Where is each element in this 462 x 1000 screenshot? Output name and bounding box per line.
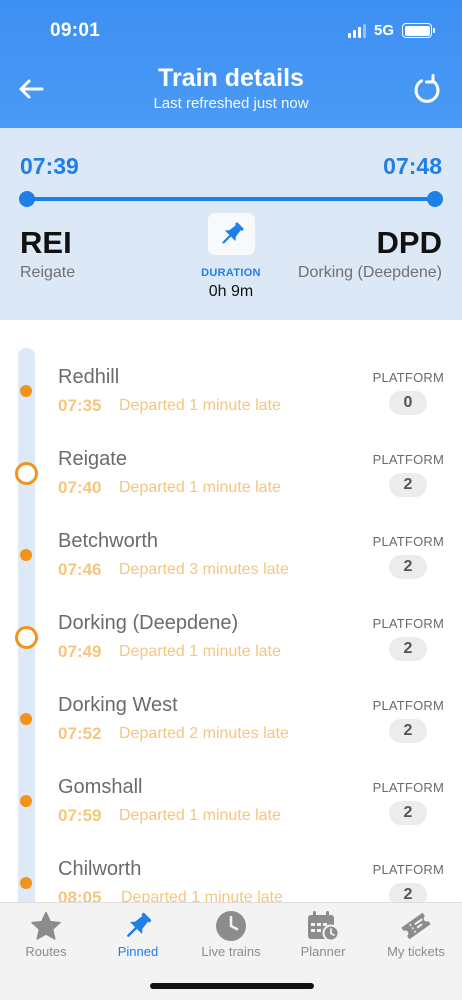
- departure-dot: [19, 191, 35, 207]
- journey-summary: 07:39 07:48 REI DPD Reigate Dorking (Dee…: [0, 128, 462, 320]
- list-item[interactable]: Dorking West 07:52 Departed 2 minutes la…: [0, 668, 462, 750]
- duration-value: 0h 9m: [208, 283, 254, 300]
- origin-code: REI: [20, 225, 72, 260]
- star-icon: [31, 911, 61, 940]
- platform-badge: 2: [389, 801, 427, 825]
- platform-label: PLATFORM: [372, 698, 444, 713]
- stop-status: Departed 1 minute late: [119, 807, 281, 824]
- stop-status: Departed 1 minute late: [119, 643, 281, 660]
- stop-node-highlight: [15, 462, 38, 485]
- stop-node: [20, 877, 32, 889]
- list-item[interactable]: Gomshall 07:59 Departed 1 minute late PL…: [0, 750, 462, 832]
- tab-label: My tickets: [387, 944, 445, 959]
- stop-status: Departed 3 minutes late: [119, 561, 289, 578]
- platform-badge: 2: [389, 637, 427, 661]
- stop-name: Gomshall: [58, 776, 143, 798]
- tab-pinned[interactable]: Pinned: [92, 903, 184, 973]
- pin-icon: [221, 222, 244, 244]
- arrival-time: 07:48: [383, 153, 442, 179]
- stop-time: 07:59: [58, 806, 102, 825]
- stop-time: 07:40: [58, 478, 102, 497]
- list-item[interactable]: Redhill 07:35 Departed 1 minute late PLA…: [0, 340, 462, 422]
- page-title: Train details: [158, 64, 304, 92]
- stop-status: Departed 2 minutes late: [119, 725, 289, 742]
- journey-track: [27, 197, 435, 201]
- stop-status: Departed 1 minute late: [121, 889, 283, 902]
- platform-badge: 2: [389, 719, 427, 743]
- ticket-icon: [401, 912, 431, 940]
- pin-icon: [127, 912, 152, 937]
- list-item[interactable]: Betchworth 07:46 Departed 3 minutes late…: [0, 504, 462, 586]
- calling-points-list[interactable]: Redhill 07:35 Departed 1 minute late PLA…: [0, 320, 462, 902]
- stop-name: Dorking West: [58, 694, 178, 716]
- tab-my-tickets[interactable]: My tickets: [370, 903, 462, 973]
- departure-time: 07:39: [20, 153, 79, 179]
- tab-live-trains[interactable]: Live trains: [185, 903, 277, 973]
- stop-time: 07:49: [58, 642, 102, 661]
- list-item[interactable]: Reigate 07:40 Departed 1 minute late PLA…: [0, 422, 462, 504]
- clock-icon: [216, 911, 246, 941]
- stop-time: 08:05: [58, 888, 102, 902]
- stop-time: 07:52: [58, 724, 102, 743]
- header-bar: 09:01 5G Train details Last refreshed ju…: [0, 0, 462, 128]
- refresh-icon: [414, 74, 440, 103]
- stop-status: Departed 1 minute late: [119, 479, 281, 496]
- tab-label: Live trains: [201, 944, 261, 959]
- last-refreshed: Last refreshed just now: [153, 95, 309, 112]
- list-item[interactable]: Chilworth 08:05 Departed 1 minute late P…: [0, 832, 462, 902]
- stop-name: Redhill: [58, 366, 120, 388]
- stop-time: 07:46: [58, 560, 102, 579]
- stop-node: [20, 385, 32, 397]
- battery-icon: [402, 23, 435, 38]
- arrival-dot: [427, 191, 443, 207]
- stop-node-highlight: [15, 626, 38, 649]
- network-type: 5G: [373, 22, 394, 39]
- signal-icon: [347, 23, 366, 38]
- platform-label: PLATFORM: [372, 452, 444, 467]
- tab-planner[interactable]: Planner: [277, 903, 369, 973]
- stop-time: 07:35: [58, 396, 102, 415]
- destination-code: DPD: [376, 225, 442, 260]
- stop-node: [20, 549, 32, 561]
- calendar-icon: [308, 911, 340, 942]
- home-indicator: [150, 983, 314, 989]
- list-item[interactable]: Dorking (Deepdene) 07:49 Departed 1 minu…: [0, 586, 462, 668]
- duration-label: DURATION: [201, 267, 261, 279]
- tab-routes[interactable]: Routes: [0, 903, 92, 973]
- stop-name: Dorking (Deepdene): [58, 612, 239, 634]
- tab-label: Planner: [300, 944, 346, 959]
- platform-label: PLATFORM: [372, 616, 444, 631]
- stop-name: Chilworth: [58, 858, 142, 880]
- platform-badge: 2: [389, 555, 427, 579]
- platform-badge: 0: [389, 391, 427, 415]
- pin-journey-button[interactable]: [208, 213, 255, 255]
- tab-label: Pinned: [117, 944, 159, 959]
- tab-label: Routes: [25, 944, 67, 959]
- refresh-button[interactable]: [410, 72, 444, 108]
- platform-label: PLATFORM: [372, 780, 444, 795]
- stop-node: [20, 795, 32, 807]
- platform-label: PLATFORM: [372, 862, 444, 877]
- stop-name: Betchworth: [58, 530, 159, 552]
- stop-node: [20, 713, 32, 725]
- status-time: 09:01: [50, 20, 101, 41]
- stop-name: Reigate: [58, 448, 127, 470]
- status-indicators: 5G: [347, 22, 435, 39]
- platform-badge: 2: [389, 883, 427, 902]
- stop-status: Departed 1 minute late: [119, 397, 281, 414]
- platform-label: PLATFORM: [372, 370, 444, 385]
- platform-label: PLATFORM: [372, 534, 444, 549]
- platform-badge: 2: [389, 473, 427, 497]
